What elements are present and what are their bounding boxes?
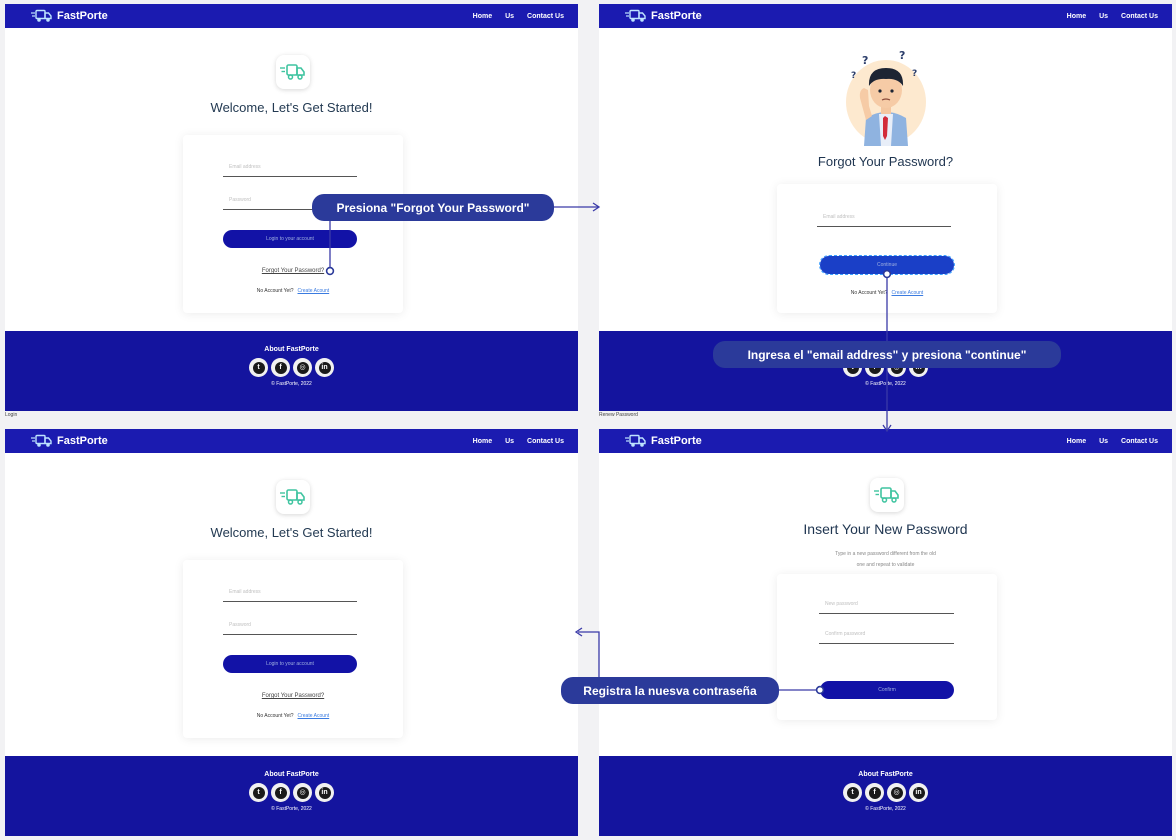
callout-step3: Registra la nuesva contraseña [561, 677, 779, 704]
callout-step2: Ingresa el "email address" y presiona "c… [713, 341, 1061, 368]
anchor-dot-forgot [325, 266, 335, 276]
flow-connectors [325, 202, 892, 695]
anchor-dot-confirm [815, 685, 825, 695]
flow-canvas: FastPorte Home Us Contact Us Welcome, Le… [0, 0, 1176, 840]
callout-step1: Presiona "Forgot Your Password" [312, 194, 554, 221]
anchor-dot-continue [882, 269, 892, 279]
